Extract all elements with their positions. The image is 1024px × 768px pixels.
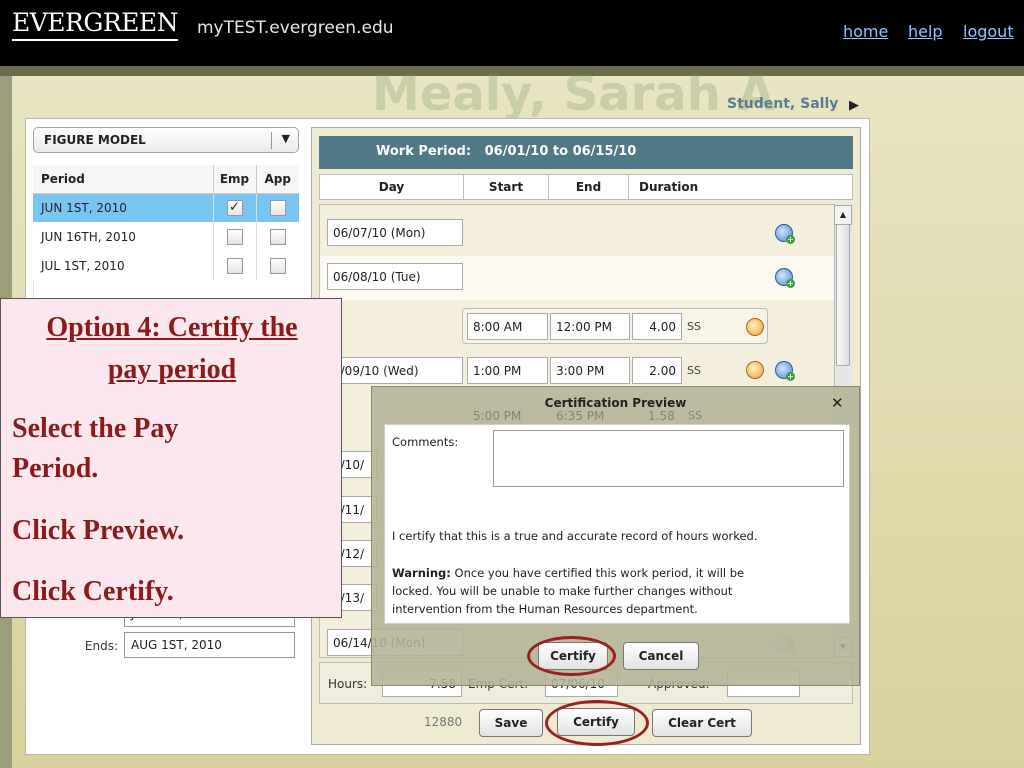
clock-edit-icon[interactable] xyxy=(746,318,764,336)
pay-code: SS xyxy=(687,320,701,333)
scroll-thumb[interactable] xyxy=(836,224,850,366)
callout-step-1a: Select the Pay xyxy=(12,413,179,444)
table-row[interactable]: JUL 1ST, 2010 xyxy=(33,251,299,280)
highlight-ring xyxy=(527,636,616,676)
period-table: Period Emp App JUN 1ST, 2010 ✓ JUN 16TH,… xyxy=(33,165,299,280)
hours-label: Hours: xyxy=(328,677,368,691)
day-cell-0609[interactable]: 6/09/10 (Wed) xyxy=(327,357,463,384)
work-period-header: Work Period: 06/01/10 to 06/15/10 xyxy=(319,136,853,169)
certify-statement: I certify that this is a true and accura… xyxy=(392,529,758,543)
help-link[interactable]: help xyxy=(908,22,943,41)
instruction-callout: Option 4: Certify the pay period Select … xyxy=(0,298,342,618)
end-time-field[interactable]: 3:00 PM xyxy=(550,357,630,384)
callout-title: Option 4: Certify the pay period xyxy=(1,307,343,391)
warning-text-1: Once you have certified this work period… xyxy=(450,566,745,580)
clear-cert-button[interactable]: Clear Cert xyxy=(652,709,752,737)
clock-edit-icon[interactable] xyxy=(746,361,764,379)
period-cell[interactable]: JUL 1ST, 2010 xyxy=(33,251,214,280)
clock-add-icon[interactable]: + xyxy=(775,224,795,244)
user-name[interactable]: Student, Sally xyxy=(727,96,838,112)
site-name: myTEST.evergreen.edu xyxy=(197,18,394,38)
start-column-header: Start xyxy=(463,174,549,200)
callout-title-line-2: pay period xyxy=(107,354,237,385)
emp-checkbox-icon[interactable] xyxy=(226,228,243,245)
emp-header: Emp xyxy=(213,165,257,194)
warning-line-2: locked. You will be unable to make furth… xyxy=(392,584,733,598)
scroll-up-icon[interactable]: ▲ xyxy=(834,205,852,225)
duration-field[interactable]: 4.00 xyxy=(632,313,682,340)
modal-title: Certification Preview xyxy=(544,396,687,410)
comments-label: Comments: xyxy=(392,435,459,449)
faded-pay-code: SS xyxy=(688,409,702,422)
duration-column-header: Duration xyxy=(628,174,853,200)
evergreen-logo[interactable]: EVERGREEN xyxy=(12,8,179,41)
clock-add-icon[interactable]: + xyxy=(775,268,795,288)
end-column-header: End xyxy=(548,174,629,200)
period-cell[interactable]: JUN 16TH, 2010 xyxy=(33,222,214,251)
faded-start-time: 5:00 PM xyxy=(473,409,522,423)
pay-code: SS xyxy=(687,364,701,377)
callout-step-3: Click Certify. xyxy=(12,576,174,607)
warning-label: Warning: xyxy=(392,566,451,580)
app-checkbox-icon[interactable] xyxy=(269,199,286,216)
ends-field[interactable]: AUG 1ST, 2010 xyxy=(124,632,295,658)
callout-step-2: Click Preview. xyxy=(12,515,185,546)
ends-label: Ends: xyxy=(84,639,118,653)
modal-cancel-button[interactable]: Cancel xyxy=(623,642,699,670)
top-bar: EVERGREEN myTEST.evergreen.edu home help… xyxy=(0,0,1024,66)
table-row[interactable]: JUN 1ST, 2010 ✓ xyxy=(33,193,299,222)
model-dropdown-value: FIGURE MODEL xyxy=(44,133,146,147)
faded-duration: 1.58 xyxy=(648,409,675,423)
callout-step-1b: Period. xyxy=(12,453,99,484)
close-icon[interactable]: ✕ xyxy=(831,394,844,412)
emp-checkbox-icon[interactable]: ✓ xyxy=(226,199,243,216)
comments-field[interactable] xyxy=(493,430,844,487)
user-watermark: Mealy, Sarah A xyxy=(372,66,775,122)
clock-add-icon[interactable]: + xyxy=(775,361,795,381)
dropdown-separator xyxy=(271,132,272,149)
app-header: App xyxy=(256,165,299,194)
record-id: 12880 xyxy=(424,715,463,729)
emp-checkbox-icon[interactable] xyxy=(226,257,243,274)
day-column-header: Day xyxy=(319,174,464,200)
save-button[interactable]: Save xyxy=(479,709,543,737)
table-row[interactable]: JUN 16TH, 2010 xyxy=(33,222,299,251)
start-time-field[interactable]: 8:00 AM xyxy=(467,313,548,340)
app-checkbox-icon[interactable] xyxy=(269,228,286,245)
app-checkbox-icon[interactable] xyxy=(269,257,286,274)
logout-link[interactable]: logout xyxy=(963,22,1014,41)
period-header: Period xyxy=(33,165,214,194)
day-cell-0608[interactable]: 06/08/10 (Tue) xyxy=(327,263,463,290)
faded-end-time: 6:35 PM xyxy=(556,409,605,423)
home-link[interactable]: home xyxy=(843,22,888,41)
table-header-row: Period Emp App xyxy=(33,165,299,194)
duration-field[interactable]: 2.00 xyxy=(632,357,682,384)
highlight-ring xyxy=(545,700,649,746)
period-cell[interactable]: JUN 1ST, 2010 xyxy=(33,193,214,222)
arrow-right-icon[interactable]: ▶ xyxy=(849,98,859,113)
callout-title-line-1: Option 4: Certify the xyxy=(46,312,298,343)
end-time-field[interactable]: 12:00 PM xyxy=(550,313,630,340)
warning-line-3: intervention from the Human Resources de… xyxy=(392,602,698,616)
warning-line-1: Warning: Once you have certified this wo… xyxy=(392,566,744,580)
day-cell-0607[interactable]: 06/07/10 (Mon) xyxy=(327,219,463,246)
dropdown-arrow-icon[interactable]: ▼ xyxy=(282,132,290,145)
model-dropdown[interactable]: FIGURE MODEL ▼ xyxy=(33,127,299,153)
start-time-field[interactable]: 1:00 PM xyxy=(467,357,548,384)
